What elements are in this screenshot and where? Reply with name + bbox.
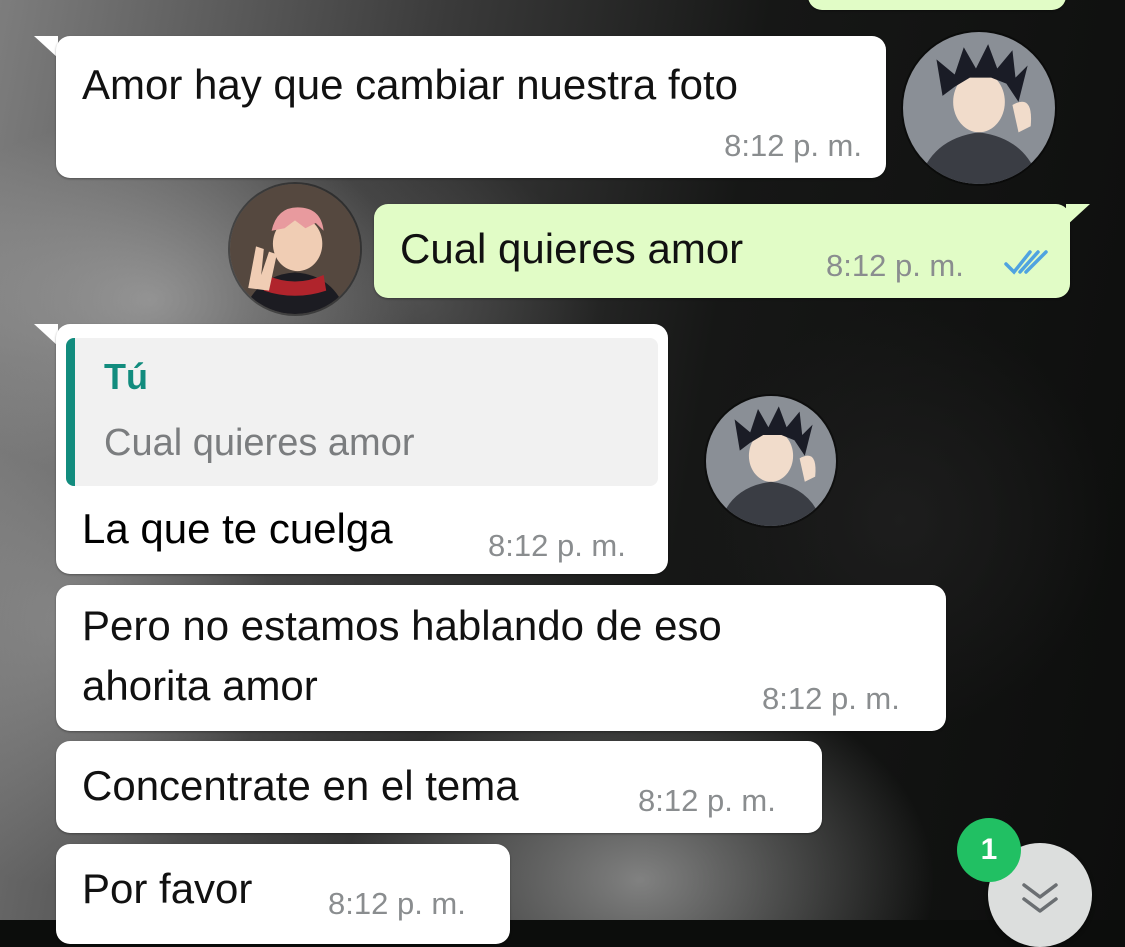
message-text-line: Pero no estamos hablando de eso <box>82 602 722 649</box>
read-receipt-icon <box>1004 250 1048 275</box>
avatar-image <box>706 396 836 526</box>
message-bubble-partial[interactable] <box>808 0 1066 10</box>
message-text: Por favor <box>82 865 253 912</box>
message-text-line: ahorita amor <box>82 662 318 709</box>
user-avatar[interactable] <box>230 184 360 314</box>
message-bubble-incoming[interactable]: Amor hay que cambiar nuestra foto 8:12 p… <box>56 36 886 178</box>
avatar-image <box>903 32 1055 184</box>
reply-text: Cual quieres amor <box>104 422 415 464</box>
message-timestamp: 8:12 p. m. <box>724 128 862 163</box>
message-text: Amor hay que cambiar nuestra foto <box>82 61 739 108</box>
double-chevron-down-icon <box>1022 883 1058 913</box>
bubble-tail <box>34 36 58 58</box>
contact-avatar[interactable] <box>903 32 1055 184</box>
reply-accent-bar <box>66 338 75 486</box>
message-bubble-outgoing[interactable]: Cual quieres amor 8:12 p. m. <box>374 204 1070 298</box>
bubble-tail <box>1066 204 1090 226</box>
avatar-image <box>230 184 360 314</box>
contact-avatar[interactable] <box>706 396 836 526</box>
message-text: Concentrate en el tema <box>82 762 519 809</box>
message-timestamp: 8:12 p. m. <box>762 681 900 716</box>
reply-author: Tú <box>104 356 148 397</box>
message-timestamp: 8:12 p. m. <box>328 886 466 921</box>
message-text: La que te cuelga <box>82 505 393 552</box>
message-timestamp: 8:12 p. m. <box>488 528 626 563</box>
message-bubble-incoming[interactable]: Por favor 8:12 p. m. <box>56 844 510 944</box>
reply-quote[interactable]: Tú Cual quieres amor <box>66 338 658 486</box>
message-text: Cual quieres amor <box>400 225 744 272</box>
unread-count-badge: 1 <box>957 818 1021 882</box>
message-bubble-incoming[interactable]: Pero no estamos hablando de eso ahorita … <box>56 585 946 731</box>
message-timestamp: 8:12 p. m. <box>638 783 776 818</box>
message-timestamp: 8:12 p. m. <box>826 248 964 283</box>
message-bubble-incoming[interactable]: Concentrate en el tema 8:12 p. m. <box>56 741 822 833</box>
bubble-tail <box>34 324 58 346</box>
